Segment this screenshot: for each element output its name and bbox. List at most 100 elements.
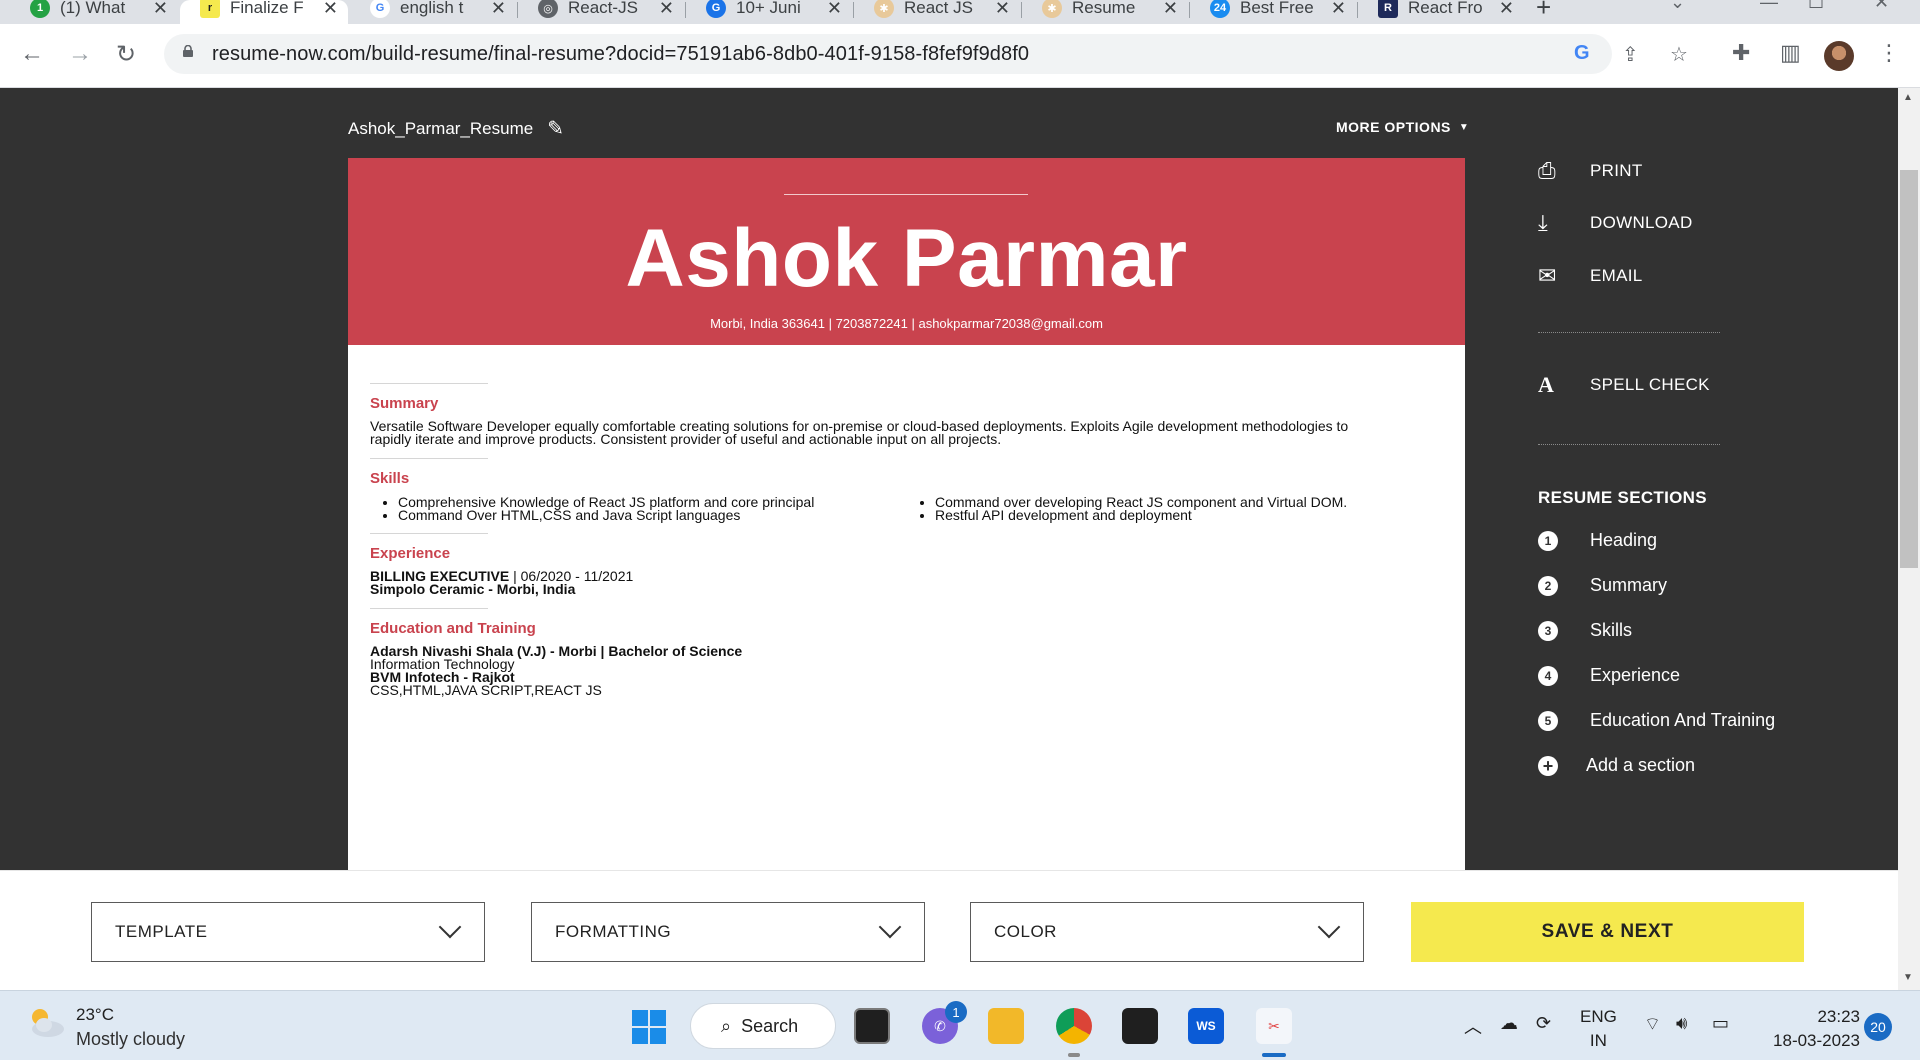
section-link-summary[interactable]: 2 Summary [1538, 575, 1667, 596]
close-tab-icon[interactable]: ✕ [1499, 0, 1514, 19]
browser-tab[interactable]: 1 (1) What ✕ [10, 0, 178, 24]
tab-label: (1) What [60, 0, 126, 17]
summary-text: Versatile Software Developer equally com… [370, 419, 1450, 446]
close-tab-icon[interactable]: ✕ [153, 0, 168, 19]
battery-icon[interactable]: ▭ [1712, 1013, 1729, 1034]
tab-label: React JS [904, 0, 973, 17]
pencil-edit-icon[interactable]: ✎ [547, 116, 564, 141]
section-link-skills[interactable]: 3 Skills [1538, 620, 1632, 641]
forward-arrow-icon[interactable]: → [68, 40, 92, 68]
extensions-puzzle-icon[interactable]: ✚ [1732, 40, 1750, 66]
scroll-up-icon[interactable]: ▲ [1903, 92, 1913, 103]
job-company: Simpolo Ceramic - Morbi, India [370, 581, 576, 597]
share-icon[interactable]: ⇪ [1622, 42, 1639, 67]
section-label: Summary [1590, 575, 1668, 595]
save-next-button[interactable]: SAVE & NEXT [1411, 902, 1804, 962]
bookmark-star-icon[interactable]: ☆ [1670, 42, 1688, 67]
tab-label: Best Free [1240, 0, 1314, 17]
url-text[interactable]: resume-now.com/build-resume/final-resume… [212, 43, 1029, 66]
browser-tab[interactable]: G 10+ Juni ✕ [686, 0, 852, 24]
back-arrow-icon[interactable]: ← [20, 40, 44, 68]
browser-tab[interactable]: ◎ React-JS ✕ [518, 0, 684, 24]
section-divider [370, 608, 488, 609]
chrome-icon[interactable] [1056, 1008, 1092, 1044]
close-window-icon[interactable]: ✕ [1874, 0, 1889, 13]
google-translate-icon[interactable]: G [1574, 42, 1590, 65]
tray-overflow-chevron-icon[interactable]: ︿ [1464, 1013, 1482, 1039]
windows-start-icon[interactable] [632, 1010, 666, 1044]
resume-contact: Morbi, India 363641 | 7203872241 | ashok… [710, 316, 1103, 331]
tab-label: 10+ Juni [736, 0, 801, 17]
close-tab-icon[interactable]: ✕ [323, 0, 338, 19]
template-dropdown[interactable]: TEMPLATE [91, 902, 485, 962]
browser-tab-active[interactable]: r Finalize F ✕ [180, 0, 348, 24]
tab-label: React Fro [1408, 0, 1483, 17]
weather-condition[interactable]: Mostly cloudy [76, 1029, 185, 1050]
profile-avatar[interactable] [1824, 41, 1854, 71]
skill-item: Command Over HTML,CSS and Java Script la… [398, 508, 890, 522]
wifi-icon[interactable]: ⌔ [1644, 1013, 1661, 1036]
resume-name: Ashok Parmar [625, 213, 1188, 304]
address-bar[interactable]: resume-now.com/build-resume/final-resume… [164, 34, 1688, 74]
teams-badge: 1 [945, 1001, 967, 1023]
weather-temperature[interactable]: 23°C [76, 1005, 114, 1025]
add-section-button[interactable]: + Add a section [1538, 755, 1695, 776]
minimize-icon[interactable]: — [1760, 0, 1778, 13]
email-button[interactable]: ✉ EMAIL [1538, 263, 1643, 289]
download-label: DOWNLOAD [1590, 213, 1693, 232]
spell-check-button[interactable]: A SPELL CHECK [1538, 372, 1710, 398]
section-link-education[interactable]: 5 Education And Training [1538, 710, 1775, 731]
browser-tab[interactable]: ✱ Resume ✕ [1022, 0, 1188, 24]
taskbar-search[interactable]: ⌕ Search [690, 1003, 836, 1049]
close-tab-icon[interactable]: ✕ [995, 0, 1010, 19]
close-tab-icon[interactable]: ✕ [491, 0, 506, 19]
sticky-notes-icon[interactable] [1122, 1008, 1158, 1044]
header-divider [784, 194, 1028, 195]
browser-tab[interactable]: ✱ React JS ✕ [854, 0, 1020, 24]
more-options-button[interactable]: MORE OPTIONS ▼ [1336, 119, 1469, 135]
new-tab-plus-icon[interactable]: + [1536, 0, 1551, 23]
close-tab-icon[interactable]: ✕ [1163, 0, 1178, 19]
webstorm-icon[interactable]: WS [1188, 1008, 1224, 1044]
print-button[interactable]: ⎙ PRINT [1538, 158, 1643, 184]
close-tab-icon[interactable]: ✕ [1331, 0, 1346, 19]
browser-tab[interactable]: R React Fro ✕ [1358, 0, 1524, 24]
plus-circle-icon: + [1538, 755, 1558, 776]
spell-check-icon: A [1538, 372, 1555, 397]
color-dropdown[interactable]: COLOR [970, 902, 1364, 962]
maximize-icon[interactable]: ☐ [1808, 0, 1824, 13]
system-clock[interactable]: 23:23 18-03-2023 [1762, 1005, 1860, 1053]
tab-search-chevron-icon[interactable]: ⌄ [1670, 0, 1685, 13]
sync-icon[interactable]: ⟳ [1536, 1013, 1551, 1034]
notification-badge[interactable]: 20 [1864, 1013, 1892, 1041]
onedrive-cloud-icon[interactable]: ☁ [1500, 1013, 1518, 1034]
formatting-dropdown[interactable]: FORMATTING [531, 902, 925, 962]
browser-tab[interactable]: 24 Best Free ✕ [1190, 0, 1356, 24]
download-button[interactable]: ⤓ DOWNLOAD [1538, 210, 1693, 236]
language-indicator[interactable]: ENG IN [1580, 1005, 1617, 1053]
section-link-experience[interactable]: 4 Experience [1538, 665, 1680, 686]
scroll-down-icon[interactable]: ▼ [1903, 972, 1913, 983]
scrollbar-thumb[interactable] [1900, 170, 1918, 568]
skills-list-right: Command over developing React JS compone… [907, 495, 1447, 522]
language-code: ENG [1580, 1007, 1617, 1026]
side-panel-icon[interactable]: ▥ [1780, 40, 1801, 66]
spell-check-label: SPELL CHECK [1590, 375, 1710, 394]
document-name[interactable]: Ashok_Parmar_Resume ✎ [348, 116, 564, 141]
partly-cloudy-icon [32, 1009, 64, 1037]
resume-preview[interactable]: Ashok Parmar Morbi, India 363641 | 72038… [348, 158, 1465, 870]
skills-list-left: Comprehensive Knowledge of React JS plat… [370, 495, 890, 522]
task-view-icon[interactable] [854, 1008, 890, 1044]
reload-icon[interactable]: ↻ [116, 40, 136, 69]
education-heading: Education and Training [370, 620, 536, 637]
snipping-tool-icon[interactable]: ✂ [1256, 1008, 1292, 1044]
close-tab-icon[interactable]: ✕ [827, 0, 842, 19]
section-link-heading[interactable]: 1 Heading [1538, 530, 1657, 551]
education-entries: Adarsh Nivashi Shala (V.J) - Morbi | Bac… [370, 644, 1070, 697]
experience-entry: BILLING EXECUTIVE | 06/2020 - 11/2021 Si… [370, 569, 1070, 597]
browser-tab[interactable]: G english t ✕ [350, 0, 516, 24]
file-explorer-icon[interactable] [988, 1008, 1024, 1044]
chrome-menu-icon[interactable]: ⋮ [1878, 40, 1900, 66]
volume-icon[interactable]: 🔊︎ [1676, 1013, 1687, 1034]
close-tab-icon[interactable]: ✕ [659, 0, 674, 19]
